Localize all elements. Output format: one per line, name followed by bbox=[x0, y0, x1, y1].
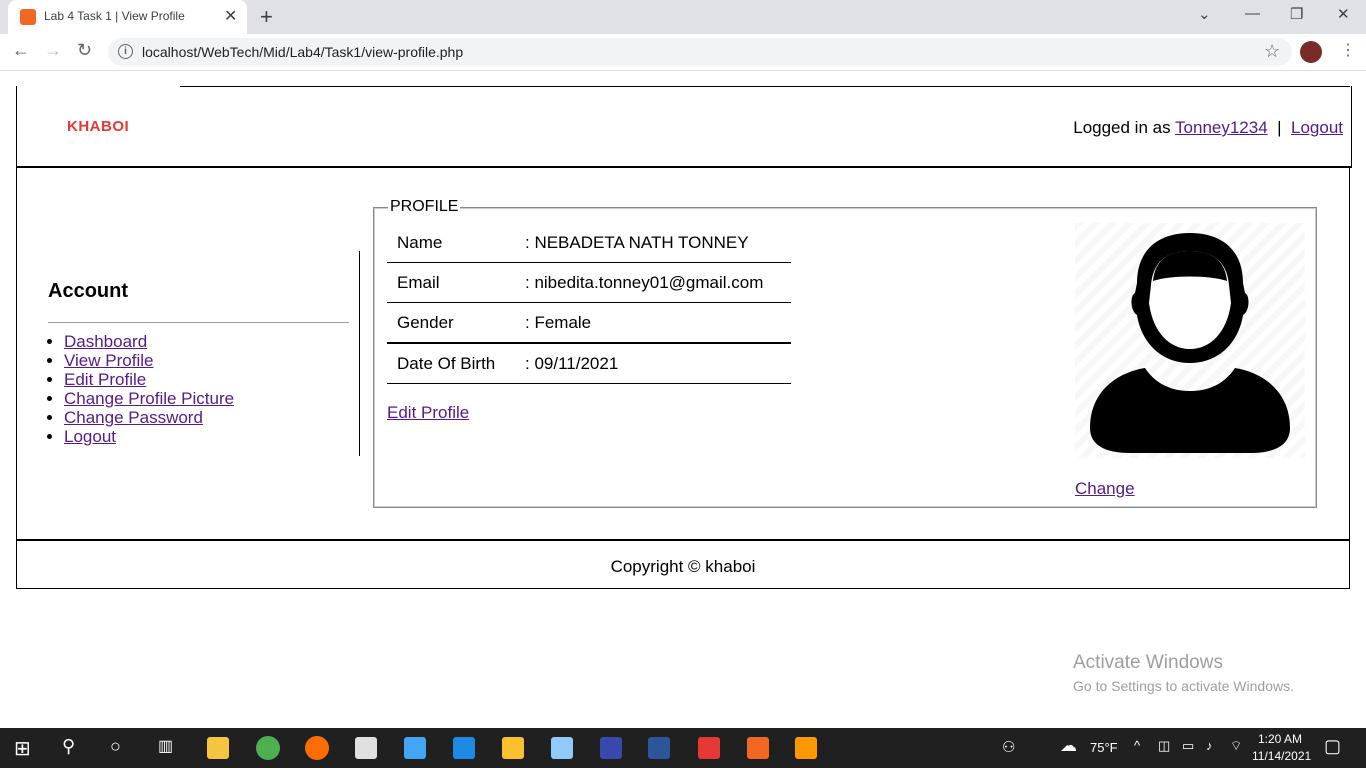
tray-chevron-icon[interactable]: ^ bbox=[1134, 738, 1140, 753]
reload-icon[interactable]: ↻ bbox=[77, 40, 92, 61]
gender-label: Gender bbox=[387, 302, 525, 344]
copyright-text: Copyright © khaboi bbox=[610, 557, 756, 576]
profile-legend: PROFILE bbox=[388, 198, 461, 216]
name-label: Name bbox=[387, 223, 525, 263]
account-menu: Dashboard View Profile Edit Profile Chan… bbox=[48, 332, 234, 446]
profile-fieldset: PROFILE Name : NEBADETA NATH TONNEY Emai… bbox=[373, 198, 1317, 508]
view-profile-link[interactable]: View Profile bbox=[64, 351, 153, 370]
main-content: Account Dashboard View Profile Edit Prof… bbox=[16, 167, 1350, 539]
sublime-text-icon[interactable] bbox=[795, 737, 817, 759]
menu-kebab-icon[interactable]: ⋮ bbox=[1340, 40, 1356, 60]
menu-item-change-password: Change Password bbox=[64, 408, 234, 427]
windows-start-icon[interactable]: ⊞ bbox=[14, 736, 31, 761]
cortana-icon[interactable]: ○ bbox=[110, 736, 121, 757]
restore-icon[interactable]: ❐ bbox=[1290, 5, 1303, 23]
email-label: Email bbox=[387, 262, 525, 303]
app-icon[interactable] bbox=[404, 737, 426, 759]
browser-tab[interactable]: Lab 4 Task 1 | View Profile ✕ bbox=[8, 0, 247, 34]
watermark-subtitle: Go to Settings to activate Windows. bbox=[1073, 678, 1294, 694]
word-icon[interactable] bbox=[648, 737, 670, 759]
username-link[interactable]: Tonney1234 bbox=[1175, 118, 1268, 137]
notifications-icon[interactable]: ▢ bbox=[1324, 736, 1341, 757]
browser-tabstrip: Lab 4 Task 1 | View Profile ✕ + ⌄ — ❐ ✕ bbox=[0, 0, 1366, 34]
chrome-icon[interactable] bbox=[256, 736, 280, 760]
wifi-icon[interactable]: ⌔ bbox=[1230, 738, 1242, 754]
browser-toolbar: ← → ↻ i localhost/WebTech/Mid/Lab4/Task1… bbox=[0, 34, 1366, 71]
profile-avatar[interactable] bbox=[1300, 41, 1322, 63]
address-bar[interactable]: i localhost/WebTech/Mid/Lab4/Task1/view-… bbox=[108, 38, 1292, 66]
table-row: Name : NEBADETA NATH TONNEY bbox=[387, 223, 791, 263]
site-footer: Copyright © khaboi bbox=[16, 539, 1350, 589]
account-divider bbox=[48, 322, 349, 323]
change-password-link[interactable]: Change Password bbox=[64, 408, 203, 427]
change-picture-button[interactable]: Change bbox=[1075, 479, 1135, 499]
volume-icon[interactable]: ♪ bbox=[1206, 738, 1213, 753]
app-icon[interactable] bbox=[698, 737, 720, 759]
table-row: Date Of Birth : 09/11/2021 bbox=[387, 343, 791, 384]
weather-icon[interactable]: ☁ bbox=[1060, 736, 1077, 756]
app-icon[interactable] bbox=[453, 737, 475, 759]
firefox-icon[interactable] bbox=[305, 736, 329, 760]
snipping-tool-icon[interactable] bbox=[355, 737, 377, 759]
tab-title: Lab 4 Task 1 | View Profile bbox=[44, 9, 185, 23]
task-view-icon[interactable]: ▥ bbox=[158, 736, 173, 756]
logged-in-label: Logged in as bbox=[1073, 118, 1171, 137]
sidebar-logout-link[interactable]: Logout bbox=[64, 427, 116, 446]
email-value: : nibedita.tonney01@gmail.com bbox=[525, 262, 791, 303]
minimize-icon[interactable]: — bbox=[1245, 5, 1260, 22]
profile-picture bbox=[1075, 223, 1305, 458]
separator: | bbox=[1277, 118, 1282, 137]
user-bar: Logged in as Tonney1234 | Logout bbox=[1073, 118, 1343, 138]
clock-time[interactable]: 1:20 AM bbox=[1258, 732, 1302, 746]
back-icon[interactable]: ← bbox=[12, 40, 30, 61]
edit-profile-link[interactable]: Edit Profile bbox=[387, 403, 469, 423]
profile-table: Name : NEBADETA NATH TONNEY Email : nibe… bbox=[387, 223, 791, 384]
close-window-icon[interactable]: ✕ bbox=[1337, 5, 1350, 23]
table-row: Email : nibedita.tonney01@gmail.com bbox=[387, 262, 791, 303]
paint-icon[interactable] bbox=[551, 737, 573, 759]
clock-date[interactable]: 11/14/2021 bbox=[1252, 749, 1311, 763]
tab-search-icon[interactable]: ⌄ bbox=[1198, 5, 1211, 23]
table-row: Gender : Female bbox=[387, 302, 791, 344]
forward-icon[interactable]: → bbox=[44, 40, 62, 61]
site-info-icon[interactable]: i bbox=[118, 44, 133, 59]
windows-taskbar: ⊞ ⚲ ○ ▥ ⚇ ☁ 75°F ^ ◫ ▭ ♪ ⌔ 1:20 AM 11/14… bbox=[0, 728, 1366, 768]
new-tab-icon[interactable]: + bbox=[260, 4, 273, 30]
close-tab-icon[interactable]: ✕ bbox=[224, 6, 237, 26]
menu-item-view-profile: View Profile bbox=[64, 351, 234, 370]
xampp-favicon-icon bbox=[20, 9, 36, 25]
user-avatar-icon bbox=[1090, 233, 1290, 453]
gender-value: : Female bbox=[525, 302, 791, 344]
menu-item-edit-profile: Edit Profile bbox=[64, 370, 234, 389]
weather-temp[interactable]: 75°F bbox=[1090, 740, 1118, 755]
dob-value: : 09/11/2021 bbox=[525, 343, 791, 384]
people-icon[interactable]: ⚇ bbox=[1002, 738, 1015, 756]
sidebar-divider bbox=[359, 251, 360, 456]
site-header: KHABOI Logged in as Tonney1234 | Logout bbox=[16, 86, 1352, 168]
xampp-icon[interactable] bbox=[747, 737, 769, 759]
file-explorer-icon[interactable] bbox=[207, 737, 229, 759]
app-icon[interactable] bbox=[600, 737, 622, 759]
menu-item-change-picture: Change Profile Picture bbox=[64, 389, 234, 408]
battery-icon[interactable]: ▭ bbox=[1182, 738, 1194, 754]
name-value: : NEBADETA NATH TONNEY bbox=[525, 223, 791, 263]
header-logout-link[interactable]: Logout bbox=[1291, 118, 1343, 137]
edit-profile-menu-link[interactable]: Edit Profile bbox=[64, 370, 146, 389]
activate-windows-watermark: Activate Windows Go to Settings to activ… bbox=[1073, 652, 1294, 694]
network-icon[interactable]: ◫ bbox=[1158, 738, 1170, 754]
menu-item-dashboard: Dashboard bbox=[64, 332, 234, 351]
account-heading: Account bbox=[48, 280, 128, 302]
bookmark-star-icon[interactable]: ☆ bbox=[1264, 41, 1280, 62]
site-logo[interactable]: KHABOI bbox=[67, 118, 129, 135]
search-icon[interactable]: ⚲ bbox=[62, 736, 75, 757]
watermark-title: Activate Windows bbox=[1073, 652, 1223, 673]
python-icon[interactable] bbox=[502, 737, 524, 759]
dob-label: Date Of Birth bbox=[387, 343, 525, 384]
url-text[interactable]: localhost/WebTech/Mid/Lab4/Task1/view-pr… bbox=[142, 44, 463, 60]
dashboard-link[interactable]: Dashboard bbox=[64, 332, 147, 351]
menu-item-logout: Logout bbox=[64, 427, 234, 446]
change-picture-link[interactable]: Change Profile Picture bbox=[64, 389, 234, 408]
